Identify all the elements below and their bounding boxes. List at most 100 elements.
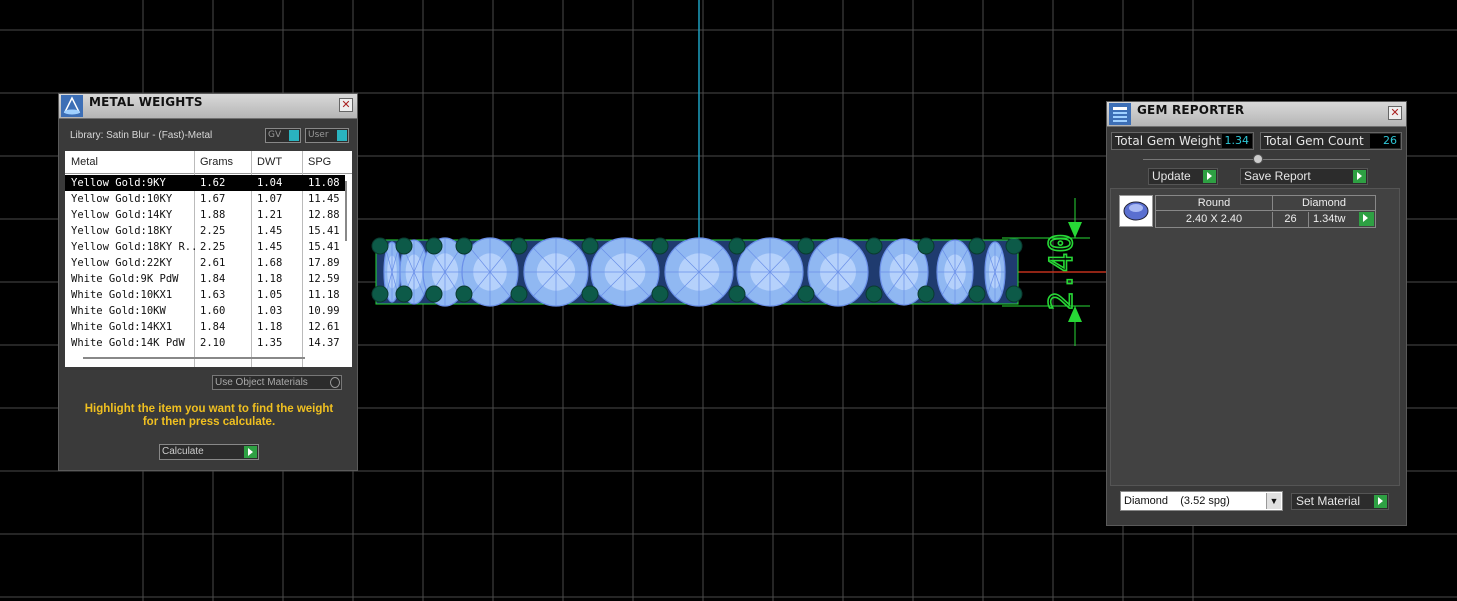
gem-report-row[interactable]: Round Diamond 2.40 X 2.40 26 1.34tw xyxy=(1155,195,1376,228)
cell-metal: Yellow Gold:18KY xyxy=(71,225,173,237)
table-row[interactable]: White Gold:14K PdW 2.10 1.35 14.37 xyxy=(65,335,345,351)
prong[interactable] xyxy=(371,237,389,255)
column-header-dwt[interactable]: DWT xyxy=(257,156,282,168)
cell-dwt: 1.18 xyxy=(257,321,283,333)
gem-stone[interactable] xyxy=(523,237,589,307)
gem-reporter-titlebar[interactable]: GEM REPORTER ✕ xyxy=(1107,102,1406,127)
update-label: Update xyxy=(1152,169,1191,183)
save-report-button[interactable]: Save Report xyxy=(1240,168,1368,185)
prong[interactable] xyxy=(968,285,986,303)
cell-dwt: 1.04 xyxy=(257,177,283,189)
table-row[interactable]: Yellow Gold:18KY R... 2.25 1.45 15.41 xyxy=(65,239,345,255)
prong[interactable] xyxy=(728,285,746,303)
prong[interactable] xyxy=(395,237,413,255)
gem-stone[interactable] xyxy=(590,237,660,307)
cell-metal: White Gold:9K PdW xyxy=(71,273,179,285)
gem-material: Diamond xyxy=(1273,196,1375,211)
prong[interactable] xyxy=(425,237,443,255)
table-row[interactable]: Yellow Gold:9KY 1.62 1.04 11.08 xyxy=(65,175,345,191)
gem-stone[interactable] xyxy=(664,237,734,307)
cell-grams: 2.25 xyxy=(200,241,226,253)
total-gem-count-value: 26 xyxy=(1370,134,1400,148)
prong[interactable] xyxy=(395,285,413,303)
close-icon[interactable]: ✕ xyxy=(1388,106,1402,120)
column-header-grams[interactable]: Grams xyxy=(200,156,233,168)
gem-stone[interactable] xyxy=(736,237,804,307)
material-select[interactable]: Diamond (3.52 spg) ▼ xyxy=(1120,491,1283,511)
vertical-scrollbar[interactable] xyxy=(345,181,347,241)
cell-grams: 2.61 xyxy=(200,257,226,269)
table-row[interactable]: White Gold:10KW 1.60 1.03 10.99 xyxy=(65,303,345,319)
prong[interactable] xyxy=(865,285,883,303)
prong[interactable] xyxy=(968,237,986,255)
prong[interactable] xyxy=(865,237,883,255)
cell-spg: 17.89 xyxy=(308,257,340,269)
cell-grams: 2.10 xyxy=(200,337,226,349)
prong[interactable] xyxy=(371,285,389,303)
prong[interactable] xyxy=(797,237,815,255)
prong[interactable] xyxy=(455,237,473,255)
horizontal-scrollbar[interactable] xyxy=(83,357,305,359)
total-gem-weight-value: 1.34 xyxy=(1222,134,1252,148)
prong[interactable] xyxy=(917,285,935,303)
prong[interactable] xyxy=(651,285,669,303)
prong[interactable] xyxy=(728,237,746,255)
scale-icon xyxy=(61,95,83,117)
prong[interactable] xyxy=(651,237,669,255)
table-row[interactable]: White Gold:9K PdW 1.84 1.18 12.59 xyxy=(65,271,345,287)
use-object-materials-checkbox[interactable]: Use Object Materials xyxy=(212,375,342,390)
chevron-down-icon[interactable]: ▼ xyxy=(1266,493,1281,509)
cell-grams: 1.62 xyxy=(200,177,226,189)
update-button[interactable]: Update xyxy=(1148,168,1218,185)
table-row[interactable]: Yellow Gold:14KY 1.88 1.21 12.88 xyxy=(65,207,345,223)
cell-grams: 1.84 xyxy=(200,321,226,333)
cell-dwt: 1.45 xyxy=(257,225,283,237)
gem-size: 2.40 X 2.40 xyxy=(1156,212,1273,227)
gv-toggle[interactable]: GV xyxy=(265,128,301,143)
prong[interactable] xyxy=(1005,285,1023,303)
prong[interactable] xyxy=(581,285,599,303)
cell-grams: 1.88 xyxy=(200,209,226,221)
prong[interactable] xyxy=(425,285,443,303)
close-icon[interactable]: ✕ xyxy=(339,98,353,112)
cell-spg: 15.41 xyxy=(308,225,340,237)
instructions-line-2: for then press calculate. xyxy=(142,416,276,428)
gem-stone[interactable] xyxy=(984,241,1006,303)
panel-slider-handle[interactable] xyxy=(1253,154,1263,164)
total-gem-weight-label: Total Gem Weight xyxy=(1115,134,1221,148)
prong[interactable] xyxy=(797,285,815,303)
library-label: Library: Satin Blur - (Fast)-Metal xyxy=(70,130,213,141)
set-material-button[interactable]: Set Material xyxy=(1291,493,1389,510)
gem-stone[interactable] xyxy=(936,239,974,305)
cell-metal: Yellow Gold:14KY xyxy=(71,209,173,221)
ring-band-model xyxy=(371,237,1023,307)
cell-grams: 1.84 xyxy=(200,273,226,285)
gem-thumbnail[interactable] xyxy=(1119,195,1153,227)
cell-spg: 12.59 xyxy=(308,273,340,285)
table-row[interactable]: White Gold:14KX1 1.84 1.18 12.61 xyxy=(65,319,345,335)
play-arrow-icon xyxy=(1203,170,1216,183)
user-toggle[interactable]: User xyxy=(305,128,349,143)
prong[interactable] xyxy=(581,237,599,255)
prong[interactable] xyxy=(917,237,935,255)
prong[interactable] xyxy=(1005,237,1023,255)
cell-spg: 11.08 xyxy=(308,177,340,189)
prong[interactable] xyxy=(455,285,473,303)
table-row[interactable]: Yellow Gold:18KY 2.25 1.45 15.41 xyxy=(65,223,345,239)
column-header-spg[interactable]: SPG xyxy=(308,156,331,168)
total-gem-weight-box: Total Gem Weight 1.34 xyxy=(1111,132,1254,150)
calculate-button[interactable]: Calculate xyxy=(159,444,259,460)
cell-metal: Yellow Gold:18KY R... xyxy=(71,241,195,253)
metal-weights-titlebar[interactable]: METAL WEIGHTS ✕ xyxy=(59,94,357,119)
prong[interactable] xyxy=(510,285,528,303)
table-row[interactable]: White Gold:10KX1 1.63 1.05 11.18 xyxy=(65,287,345,303)
prong[interactable] xyxy=(510,237,528,255)
gem-stone[interactable] xyxy=(807,237,869,307)
column-header-metal[interactable]: Metal xyxy=(71,156,98,168)
table-row[interactable]: Yellow Gold:10KY 1.67 1.07 11.45 xyxy=(65,191,345,207)
play-arrow-icon[interactable] xyxy=(1359,212,1374,226)
table-row[interactable]: Yellow Gold:22KY 2.61 1.68 17.89 xyxy=(65,255,345,271)
metal-weights-title: METAL WEIGHTS xyxy=(89,95,203,109)
metal-table-body: Yellow Gold:9KY 1.62 1.04 11.08 Yellow Gold:… xyxy=(65,175,345,351)
metal-table[interactable]: Metal Grams DWT SPG Yellow Gold:9KY 1.62 1… xyxy=(65,151,352,367)
